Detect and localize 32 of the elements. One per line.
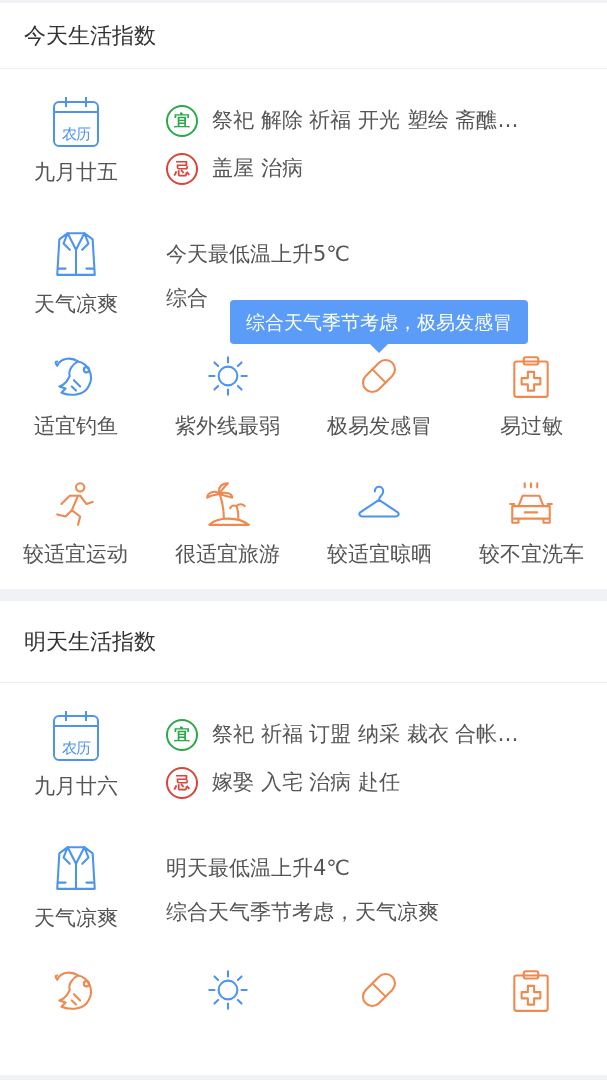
calendar-label: 农历: [61, 741, 92, 756]
auspicious-mark: 宜: [166, 105, 198, 137]
index-label: 较适宜运动: [23, 541, 129, 568]
inauspicious-mark: 忌: [166, 153, 198, 185]
index-label: 较不宜洗车: [478, 541, 584, 568]
almanac-text: 嫁娶 入宅 治病 赴任: [212, 769, 401, 797]
weather-text: 明天最低温上升4℃: [166, 855, 351, 883]
section-title: 今天生活指数: [24, 22, 156, 50]
almanac-text: 祭祀 祈福 订盟 纳采 裁衣 合帐…: [212, 721, 519, 749]
tooltip-pointer: [370, 344, 389, 353]
index-label: 紫外线最弱: [175, 413, 281, 440]
index-label: 较适宜晾晒: [326, 541, 432, 568]
weather-text: 今天最低温上升5℃: [166, 241, 351, 269]
almanac-text: 祭祀 解除 祈福 开光 塑绘 斋醮…: [212, 107, 519, 135]
inauspicious-mark: 忌: [166, 767, 198, 799]
weather-text: 综合: [166, 285, 209, 313]
auspicious-mark: 宜: [166, 719, 198, 751]
index-label: 极易发感冒: [326, 413, 432, 440]
index-label: 易过敏: [499, 413, 563, 440]
tooltip: 综合天气季节考虑，极易发感冒: [230, 299, 529, 344]
weather-label: 天气凉爽: [34, 905, 118, 932]
section-title: 明天生活指数: [24, 628, 156, 656]
almanac-text: 盖屋 治病: [212, 155, 303, 183]
weather-label: 天气凉爽: [34, 291, 118, 318]
calendar-label: 农历: [61, 127, 92, 142]
calendar-icon: [53, 97, 99, 147]
index-label: 适宜钓鱼: [33, 413, 118, 440]
index-label: 很适宜旅游: [175, 541, 281, 568]
lunar-date: 九月廿五: [34, 159, 118, 186]
calendar-icon: [53, 711, 99, 761]
lunar-date: 九月廿六: [34, 773, 118, 800]
weather-text: 综合天气季节考虑，天气凉爽: [166, 899, 440, 927]
